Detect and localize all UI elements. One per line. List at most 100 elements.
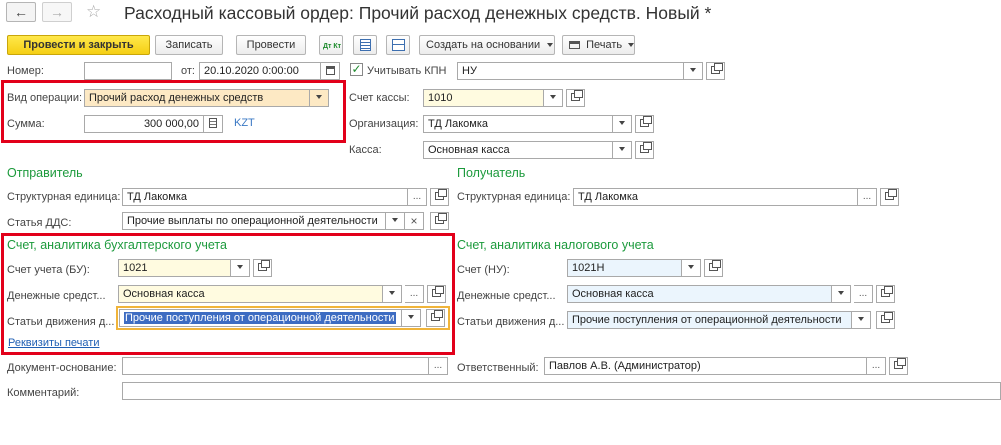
forward-button[interactable]: → — [42, 2, 72, 22]
chevron-down-icon — [619, 121, 625, 126]
chevron-down-icon — [547, 43, 554, 48]
nu-section-title: Счет, аналитика налогового учета — [457, 238, 654, 252]
cash-account-open-button[interactable] — [566, 89, 585, 107]
nu-account-label: Счет (НУ): — [457, 264, 510, 276]
basis-document-label: Документ-основание: — [7, 362, 117, 374]
nu-movement-label: Статьи движения д... — [457, 316, 565, 328]
dds-open-button[interactable] — [430, 212, 449, 230]
bu-highlight-box — [1, 233, 455, 355]
back-button[interactable]: ← — [6, 2, 36, 22]
receiver-unit-open-button[interactable] — [880, 188, 899, 206]
dds-clear-button[interactable]: × — [405, 212, 424, 230]
print-label: Печать — [586, 39, 623, 51]
hierarchy-icon — [392, 39, 405, 51]
cash-account-select[interactable]: 1010 — [423, 89, 544, 107]
nu-money-label: Денежные средст... — [457, 290, 556, 302]
chevron-down-icon — [550, 95, 556, 100]
cashbox-open-button[interactable] — [635, 141, 654, 159]
responsible-select[interactable]: Павлов А.В. (Администратор) — [544, 357, 867, 375]
date-input[interactable]: 20.10.2020 0:00:00 — [199, 62, 321, 80]
open-form-icon — [881, 311, 893, 323]
organization-label: Организация: — [349, 118, 419, 130]
open-form-icon — [435, 188, 447, 200]
post-button[interactable]: Провести — [236, 35, 306, 55]
dds-select[interactable]: Прочие выплаты по операционной деятельно… — [122, 212, 386, 230]
checkmark-icon: ✓ — [351, 62, 362, 76]
sender-unit-select[interactable]: ТД Лакомка — [122, 188, 408, 206]
comment-label: Комментарий: — [7, 387, 80, 399]
sender-unit-open-button[interactable] — [430, 188, 449, 206]
sender-unit-label: Структурная единица: — [7, 191, 121, 203]
nu-account-select[interactable]: 1021Н — [567, 259, 682, 277]
kpn-dropdown-button[interactable] — [684, 62, 703, 80]
nu-money-dropdown-button[interactable] — [832, 285, 851, 303]
kpn-checkbox[interactable]: ✓ — [350, 63, 363, 76]
responsible-choose-button[interactable]: ... — [867, 357, 886, 375]
nu-account-open-button[interactable] — [704, 259, 723, 277]
open-form-icon — [709, 259, 721, 271]
nu-money-open-button[interactable] — [876, 285, 895, 303]
open-form-icon — [711, 62, 723, 74]
receiver-unit-label: Структурная единица: — [457, 191, 571, 203]
calendar-icon — [325, 65, 335, 75]
open-form-icon — [435, 212, 447, 224]
cash-account-label: Счет кассы: — [349, 92, 410, 104]
operation-highlight-box — [1, 80, 346, 143]
create-based-button[interactable]: Создать на основании — [419, 35, 555, 55]
chevron-down-icon — [628, 43, 635, 48]
dds-label: Статья ДДС: — [7, 217, 72, 229]
comment-input[interactable] — [122, 382, 1001, 400]
report-button[interactable] — [353, 35, 377, 55]
print-button[interactable]: Печать — [562, 35, 635, 55]
cash-account-dropdown-button[interactable] — [544, 89, 563, 107]
open-form-icon — [894, 357, 906, 369]
open-form-icon — [640, 115, 652, 127]
dt-kt-button[interactable]: Дт Кт — [319, 35, 343, 55]
responsible-label: Ответственный: — [457, 362, 539, 374]
kpn-label: Учитывать КПН — [367, 65, 447, 77]
kpn-select[interactable]: НУ — [457, 62, 684, 80]
organization-dropdown-button[interactable] — [613, 115, 632, 133]
open-form-icon — [885, 188, 897, 200]
date-label: от: — [181, 65, 195, 77]
receiver-section-title: Получатель — [457, 166, 526, 180]
chevron-down-icon — [688, 265, 694, 270]
chevron-down-icon — [690, 68, 696, 73]
chevron-down-icon — [858, 317, 864, 322]
responsible-open-button[interactable] — [889, 357, 908, 375]
number-label: Номер: — [7, 65, 44, 77]
chevron-down-icon — [838, 291, 844, 296]
nu-movement-dropdown-button[interactable] — [852, 311, 871, 329]
calendar-button[interactable] — [321, 62, 340, 80]
kpn-open-button[interactable] — [706, 62, 725, 80]
chevron-down-icon — [392, 218, 398, 223]
nu-money-choose-button[interactable]: ... — [854, 285, 873, 303]
nu-money-select[interactable]: Основная касса — [567, 285, 832, 303]
save-button[interactable]: Записать — [155, 35, 223, 55]
organization-select[interactable]: ТД Лакомка — [423, 115, 613, 133]
open-form-icon — [640, 141, 652, 153]
nu-movement-select[interactable]: Прочие поступления от операционной деяте… — [567, 311, 852, 329]
number-input[interactable] — [84, 62, 172, 80]
post-and-close-button[interactable]: Провести и закрыть — [7, 35, 150, 55]
cashbox-select[interactable]: Основная касса — [423, 141, 613, 159]
open-form-icon — [881, 285, 893, 297]
sender-section-title: Отправитель — [7, 166, 83, 180]
dds-dropdown-button[interactable] — [386, 212, 405, 230]
organization-open-button[interactable] — [635, 115, 654, 133]
sender-unit-choose-button[interactable]: ... — [408, 188, 427, 206]
receiver-unit-select[interactable]: ТД Лакомка — [573, 188, 858, 206]
basis-document-input[interactable] — [122, 357, 429, 375]
list-report-icon — [360, 39, 371, 51]
structure-button[interactable] — [386, 35, 410, 55]
create-based-label: Создать на основании — [426, 39, 541, 51]
nu-account-dropdown-button[interactable] — [682, 259, 701, 277]
nu-movement-open-button[interactable] — [876, 311, 895, 329]
window-title: Расходный кассовый ордер: Прочий расход … — [124, 3, 712, 23]
basis-document-choose-button[interactable]: ... — [429, 357, 448, 375]
cashbox-label: Касса: — [349, 144, 382, 156]
favorite-star-icon[interactable]: ☆ — [86, 2, 101, 22]
cashbox-dropdown-button[interactable] — [613, 141, 632, 159]
dt-kt-icon: Дт Кт — [323, 43, 342, 50]
receiver-unit-choose-button[interactable]: ... — [858, 188, 877, 206]
